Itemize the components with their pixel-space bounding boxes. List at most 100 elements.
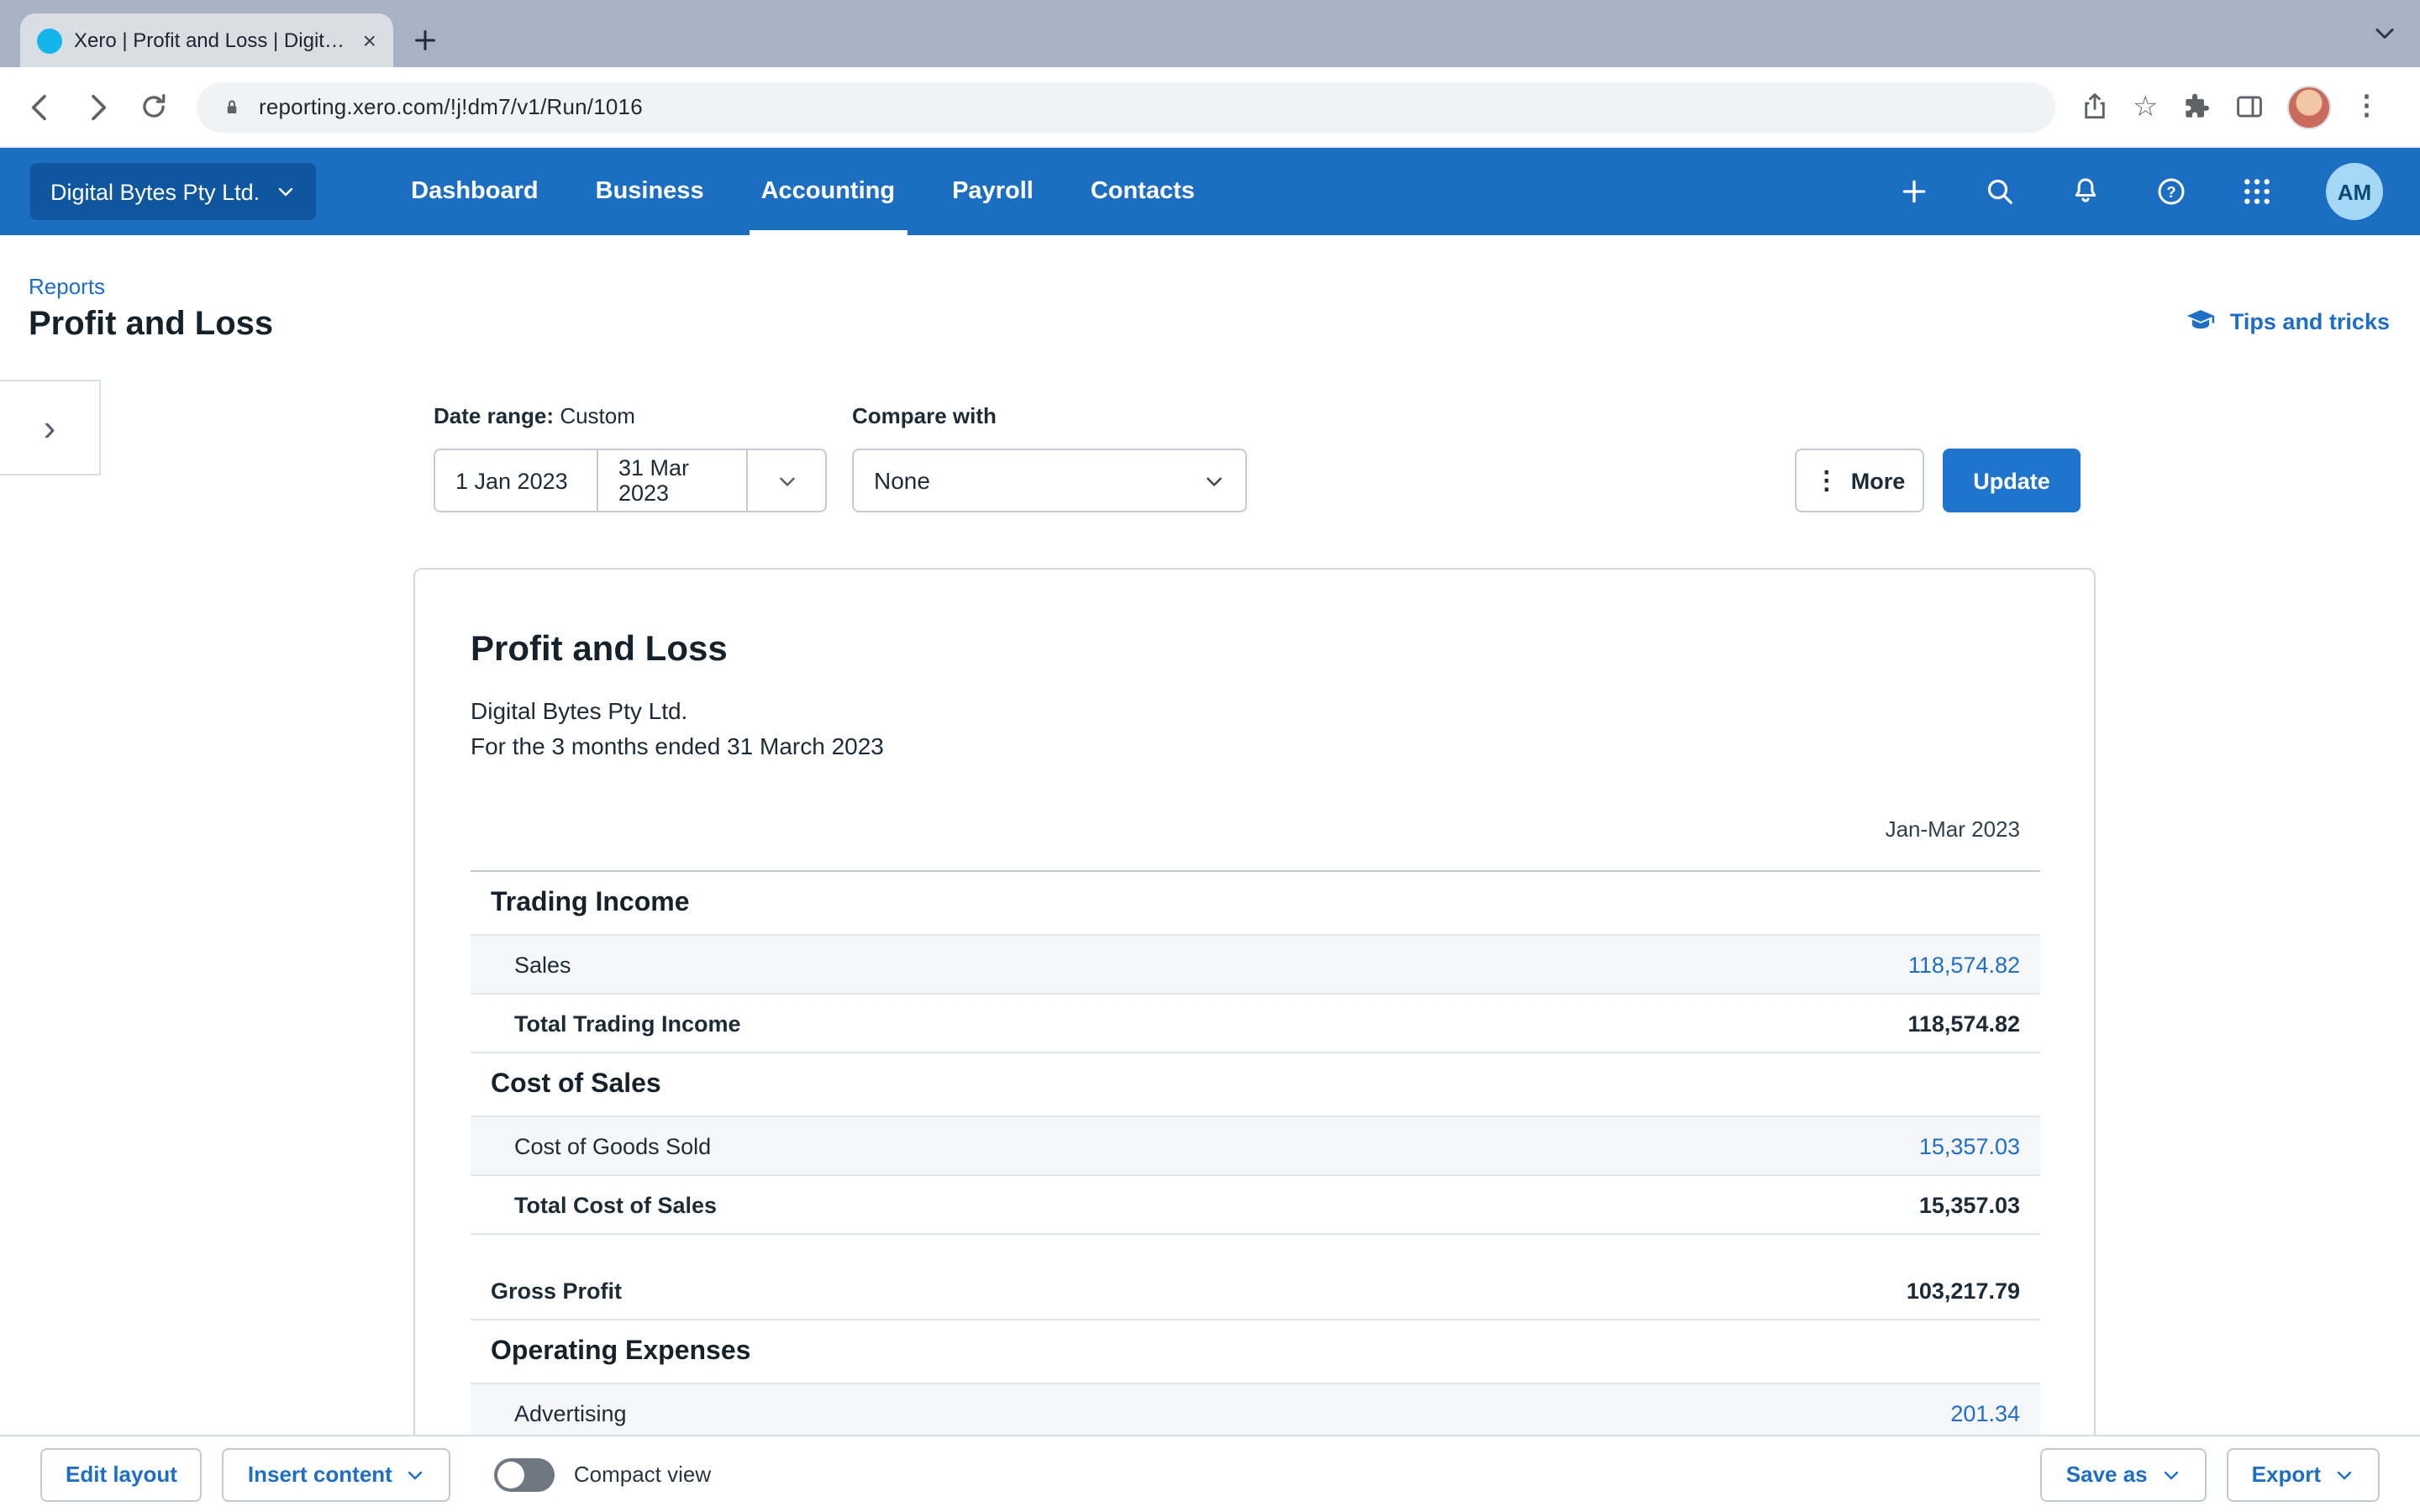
footer-right-actions: Save as Export	[2041, 1447, 2380, 1501]
tab-close-icon[interactable]: ×	[360, 27, 380, 54]
report-company: Digital Bytes Pty Ltd.	[471, 697, 2040, 724]
report-period: For the 3 months ended 31 March 2023	[471, 732, 2040, 759]
account-label: Sales	[514, 952, 571, 977]
browser-tab[interactable]: Xero | Profit and Loss | Digital B ×	[20, 13, 393, 67]
breadcrumb-reports-link[interactable]: Reports	[29, 274, 105, 299]
window-chevron-down-icon[interactable]	[2370, 18, 2400, 49]
extensions-puzzle-icon[interactable]	[2181, 91, 2212, 123]
update-button[interactable]: Update	[1943, 449, 2081, 512]
account-value-link[interactable]: 201.34	[1950, 1400, 2040, 1425]
chevron-down-icon	[2334, 1464, 2354, 1484]
date-from-input[interactable]: 1 Jan 2023	[434, 449, 598, 512]
table-row-gross-profit: Gross Profit 103,217.79	[471, 1262, 2040, 1320]
side-panel-icon[interactable]	[2234, 91, 2266, 123]
create-plus-icon[interactable]	[1897, 175, 1931, 208]
bookmark-star-icon[interactable]: ☆	[2133, 92, 2159, 121]
nav-contacts[interactable]: Contacts	[1062, 148, 1223, 235]
section-heading-trading-income: Trading Income	[471, 872, 2040, 936]
chevron-down-icon	[1203, 470, 1225, 491]
save-as-button[interactable]: Save as	[2041, 1447, 2207, 1501]
screen: Xero | Profit and Loss | Digital B × rep…	[0, 0, 2420, 1512]
url-text: reporting.xero.com/!j!dm7/v1/Run/1016	[259, 94, 643, 119]
more-button[interactable]: ⋮ More	[1795, 449, 1924, 512]
help-icon[interactable]: ?	[2154, 175, 2188, 208]
date-to-input[interactable]: 31 Mar 2023	[597, 449, 748, 512]
save-as-label: Save as	[2066, 1462, 2148, 1487]
xero-favicon	[37, 28, 62, 53]
table-row-total-cost-of-sales: Total Cost of Sales 15,357.03	[471, 1176, 2040, 1235]
edit-layout-button[interactable]: Edit layout	[40, 1447, 203, 1501]
toggle-knob	[498, 1461, 525, 1488]
compact-view-toggle[interactable]	[495, 1457, 555, 1491]
lock-icon	[220, 95, 244, 118]
insert-content-button[interactable]: Insert content	[223, 1447, 451, 1501]
tips-and-tricks-link[interactable]: Tips and tricks	[2185, 306, 2390, 338]
page-header: Reports Profit and Loss Tips and tricks	[0, 235, 2420, 380]
export-button[interactable]: Export	[2227, 1447, 2380, 1501]
account-label: Advertising	[514, 1400, 627, 1425]
compare-with-value: None	[874, 467, 930, 494]
search-icon[interactable]	[1983, 175, 2017, 208]
nav-business[interactable]: Business	[567, 148, 733, 235]
table-row-advertising: Advertising 201.34	[471, 1384, 2040, 1435]
new-tab-button[interactable]	[410, 25, 440, 55]
total-value: 15,357.03	[1919, 1192, 2040, 1217]
chevron-down-icon	[2161, 1464, 2181, 1484]
gross-profit-value: 103,217.79	[1907, 1278, 2040, 1303]
nav-payroll[interactable]: Payroll	[923, 148, 1062, 235]
vertical-dots-icon: ⋮	[1814, 465, 1839, 496]
browser-profile-avatar[interactable]	[2288, 85, 2332, 129]
section-heading-operating-expenses: Operating Expenses	[471, 1320, 2040, 1384]
back-icon[interactable]	[24, 90, 57, 123]
chevron-down-icon	[406, 1464, 426, 1484]
compare-with-label: Compare with	[852, 403, 997, 428]
section-label: Trading Income	[491, 888, 690, 918]
table-row-sales: Sales 118,574.82	[471, 936, 2040, 995]
chevron-down-icon	[776, 470, 797, 491]
account-label: Cost of Goods Sold	[514, 1133, 711, 1158]
date-range-dropdown-button[interactable]	[746, 449, 827, 512]
date-range-label: Date range: Custom	[434, 403, 635, 428]
section-heading-cost-of-sales: Cost of Sales	[471, 1053, 2040, 1117]
forward-icon[interactable]	[81, 90, 114, 123]
compare-with-select[interactable]: None	[852, 449, 1247, 512]
table-spacer-row	[471, 1235, 2040, 1262]
compact-view-label: Compact view	[574, 1462, 711, 1487]
date-range-group: 1 Jan 2023 31 Mar 2023	[434, 449, 827, 512]
graduation-cap-icon	[2185, 306, 2217, 338]
xero-app-header: Digital Bytes Pty Ltd. Dashboard Busines…	[0, 148, 2420, 235]
apps-grid-icon[interactable]	[2240, 175, 2274, 208]
nav-dashboard[interactable]: Dashboard	[382, 148, 567, 235]
report-footer-bar: Edit layout Insert content Compact view …	[0, 1435, 2420, 1512]
browser-tabstrip: Xero | Profit and Loss | Digital B ×	[0, 0, 2420, 67]
account-value-link[interactable]: 118,574.82	[1908, 952, 2040, 977]
reload-icon[interactable]	[138, 91, 170, 123]
report-table: Trading Income Sales 118,574.82 Total Tr…	[471, 870, 2040, 1435]
header-actions: ? AM	[1897, 163, 2420, 220]
table-row-cost-of-goods-sold: Cost of Goods Sold 15,357.03	[471, 1117, 2040, 1176]
compact-view-toggle-group: Compact view	[495, 1457, 711, 1491]
section-label: Operating Expenses	[491, 1336, 750, 1367]
svg-text:?: ?	[2166, 183, 2175, 201]
org-name: Digital Bytes Pty Ltd.	[50, 179, 260, 204]
export-label: Export	[2252, 1462, 2321, 1487]
notifications-bell-icon[interactable]	[2069, 175, 2102, 208]
share-icon[interactable]	[2079, 91, 2111, 123]
browser-menu-kebab-icon[interactable]: ⋮	[2354, 93, 2381, 120]
more-label: More	[1851, 468, 1906, 493]
page-title: Profit and Loss	[29, 306, 273, 344]
user-avatar[interactable]: AM	[2326, 163, 2383, 220]
expand-side-panel-button[interactable]: ›	[0, 380, 101, 475]
chevron-right-icon: ›	[44, 409, 56, 446]
account-value-link[interactable]: 15,357.03	[1919, 1133, 2040, 1158]
report-card: Profit and Loss Digital Bytes Pty Ltd. F…	[413, 568, 2096, 1435]
toolbar-actions: ☆ ⋮	[2079, 85, 2381, 129]
chevron-down-icon	[275, 181, 295, 202]
org-switcher-button[interactable]: Digital Bytes Pty Ltd.	[30, 163, 315, 220]
total-label: Total Trading Income	[514, 1011, 741, 1036]
nav-accounting[interactable]: Accounting	[733, 148, 924, 235]
tips-and-tricks-label: Tips and tricks	[2230, 309, 2390, 334]
tab-title: Xero | Profit and Loss | Digital B	[74, 29, 348, 52]
address-bar[interactable]: reporting.xero.com/!j!dm7/v1/Run/1016	[197, 81, 2055, 132]
total-label: Total Cost of Sales	[514, 1192, 717, 1217]
